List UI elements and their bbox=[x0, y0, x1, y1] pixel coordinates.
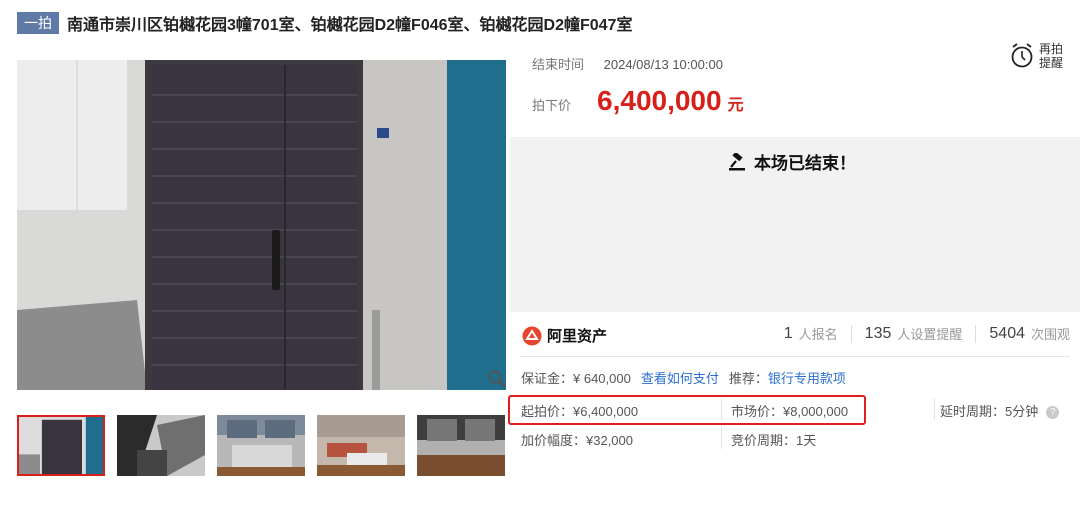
thumbnail-3[interactable] bbox=[217, 415, 305, 476]
thumbnail-1[interactable] bbox=[17, 415, 105, 476]
signup-label: 人报名 bbox=[798, 327, 838, 342]
thumbnail-4[interactable] bbox=[317, 415, 405, 476]
cell-divider bbox=[934, 398, 935, 420]
highlight-annotation bbox=[508, 395, 866, 425]
delay-period-cell: 延时周期：5分钟? bbox=[940, 401, 1060, 420]
ali-logo-icon bbox=[522, 326, 542, 345]
auction-status-box: 本场已结束！ bbox=[510, 137, 1080, 312]
deposit-row: 保证金：¥ 640,000 查看如何支付 推荐： 银行专用款项 bbox=[521, 368, 846, 387]
view-count: 5404 bbox=[989, 324, 1025, 342]
end-time-value: 2024/08/13 10:00:00 bbox=[603, 57, 723, 72]
end-time-row: 结束时间 2024/08/13 10:00:00 bbox=[532, 54, 723, 73]
final-price-value: 6,400,000 bbox=[597, 85, 722, 116]
delay-period: 延时周期：5分钟 bbox=[940, 404, 1039, 419]
how-to-pay-link[interactable]: 查看如何支付 bbox=[641, 368, 719, 387]
alarm-clock-icon bbox=[1011, 43, 1033, 68]
remind-label: 再拍提醒 bbox=[1039, 42, 1064, 70]
end-time-label: 结束时间 bbox=[532, 57, 585, 72]
final-price-label: 拍下价 bbox=[532, 98, 572, 113]
stat-divider bbox=[850, 324, 852, 343]
final-price-unit: 元 bbox=[727, 97, 744, 114]
final-price-row: 拍下价 6,400,000 元 bbox=[532, 85, 744, 117]
page-title: 南通市崇川区铂樾花园3幢701室、铂樾花园D2幢F046室、铂樾花园D2幢F04… bbox=[67, 17, 633, 34]
auction-type-tag: 一拍 bbox=[17, 12, 59, 34]
ali-brand-text: 阿里资产 bbox=[547, 328, 608, 345]
remind-count: 135 bbox=[864, 324, 892, 342]
stats-counters: 1 人报名 135 人设置提醒 5404 次围观 bbox=[784, 324, 1070, 343]
view-label: 次围观 bbox=[1030, 327, 1070, 342]
recommend-label: 推荐： bbox=[728, 371, 768, 386]
deposit-text: 保证金：¥ 640,000 bbox=[521, 371, 631, 386]
search-icon[interactable] bbox=[487, 369, 507, 389]
stats-row: 阿里资产 1 人报名 135 人设置提醒 5404 次围观 bbox=[510, 312, 1080, 357]
thumbnail-5[interactable] bbox=[417, 415, 505, 476]
remind-button[interactable]: 再拍提醒 bbox=[1010, 42, 1067, 70]
gavel-icon bbox=[729, 152, 745, 170]
recommend-link[interactable]: 银行专用款项 bbox=[768, 368, 846, 387]
thumbnail-strip bbox=[17, 415, 517, 476]
auction-status-text: 本场已结束！ bbox=[754, 154, 856, 173]
divider bbox=[520, 356, 1070, 357]
stat-divider bbox=[975, 324, 977, 343]
price-increment: 加价幅度：¥32,000 bbox=[521, 433, 633, 448]
cell-divider bbox=[721, 427, 722, 449]
help-icon[interactable]: ? bbox=[1046, 406, 1060, 420]
title-row: 一拍 南通市崇川区铂樾花园3幢701室、铂樾花园D2幢F046室、铂樾花园D2幢… bbox=[17, 12, 632, 34]
auction-status: 本场已结束！ bbox=[728, 149, 856, 174]
bid-period: 竞价周期：1天 bbox=[731, 433, 817, 448]
thumbnail-2[interactable] bbox=[117, 415, 205, 476]
ali-brand[interactable]: 阿里资产 bbox=[522, 325, 607, 346]
signup-count: 1 bbox=[783, 324, 793, 342]
remind-count-label: 人设置提醒 bbox=[897, 327, 963, 342]
main-property-image[interactable] bbox=[17, 60, 506, 390]
